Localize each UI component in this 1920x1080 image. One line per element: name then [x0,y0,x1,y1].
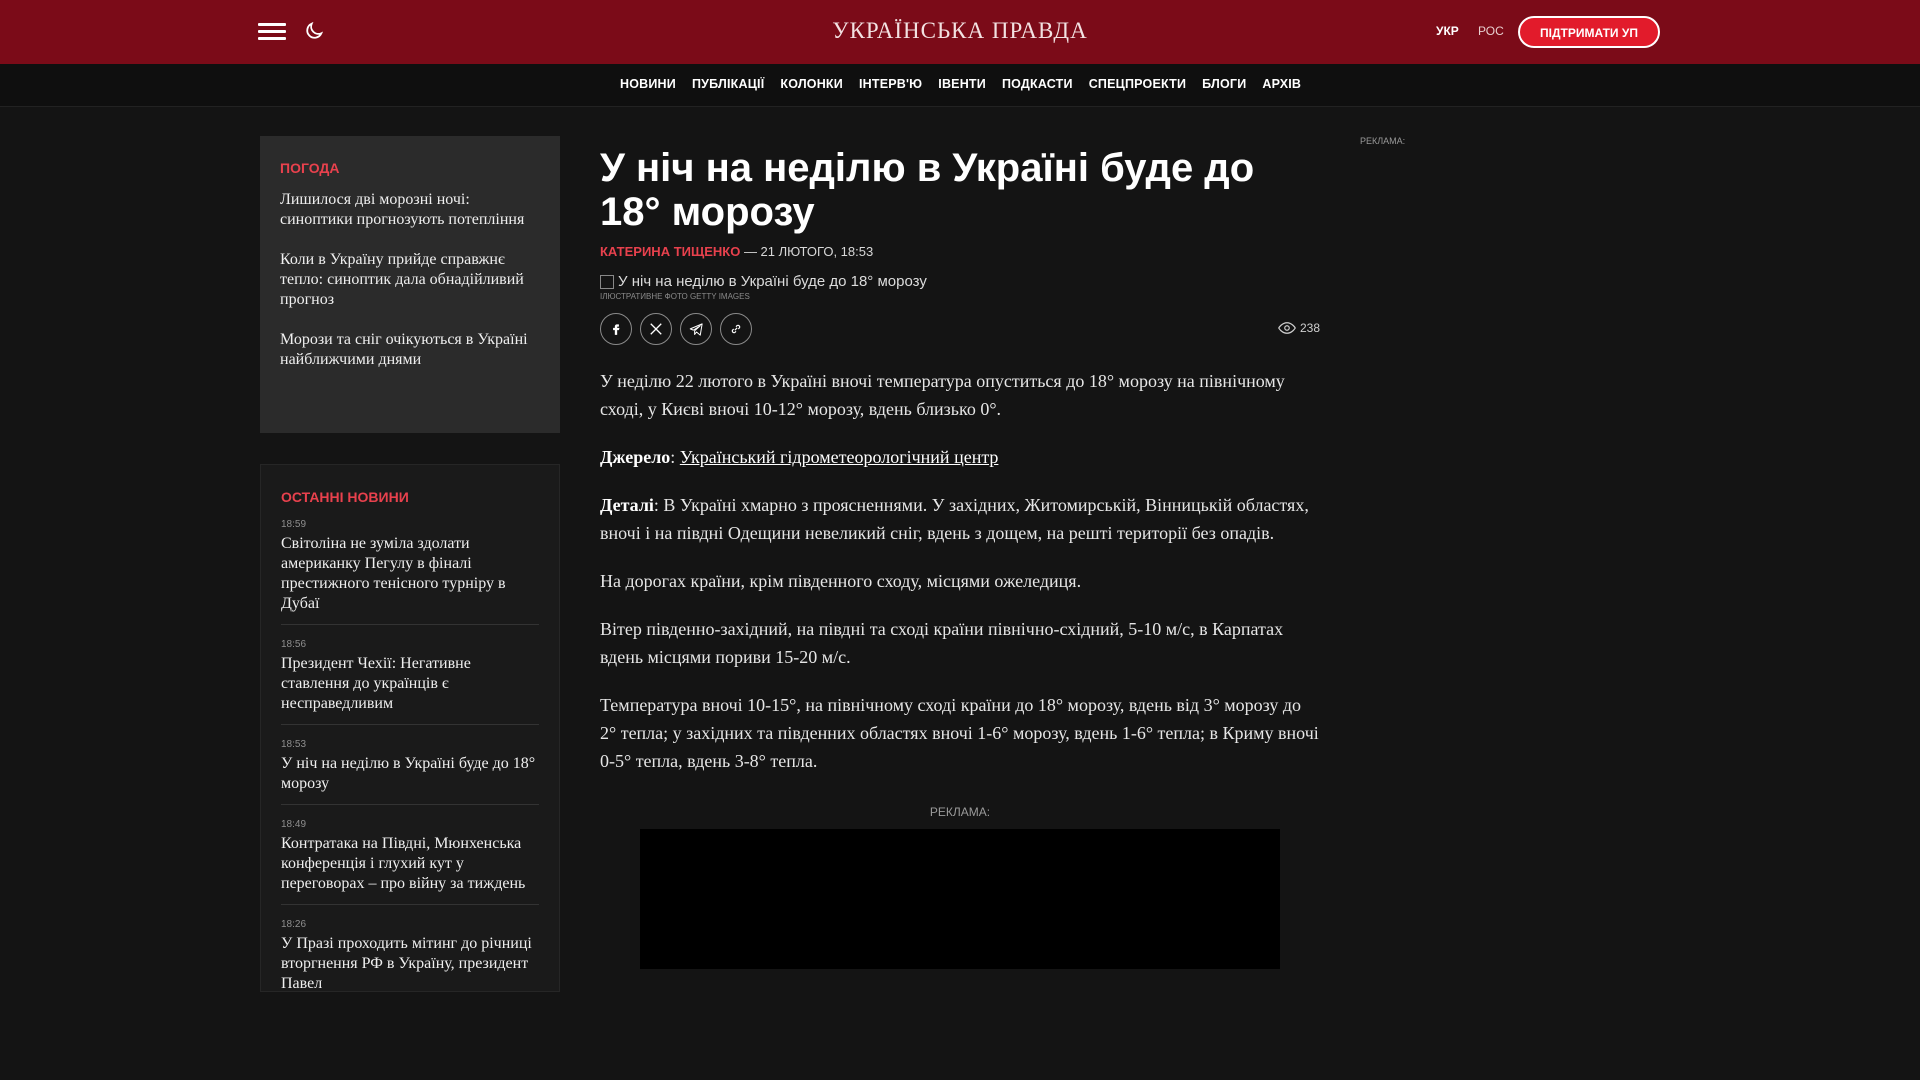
nav-item-podcasts[interactable]: ПОДКАСТИ [1002,77,1073,91]
list-item[interactable]: 18:56 Президент Чехії: Негативне ставлен… [281,639,539,725]
article-source: Джерело: Український гідрометеорологічни… [600,443,1320,471]
weather-link[interactable]: Морози та сніг очікуються в Україні найб… [280,330,540,370]
image-alt-text: У ніч на неділю в Україні буде до 18° мо… [618,273,927,290]
list-item[interactable]: 18:26 У Празі проходить мітинг до річниц… [281,919,539,991]
ad-video-player[interactable] [640,829,1280,969]
list-item[interactable]: 18:53 У ніч на неділю в Україні буде до … [281,739,539,805]
weather-link[interactable]: Коли в Україну прийде справжнє тепло: си… [280,250,540,310]
ad-label: РЕКЛАМА: [929,805,991,819]
news-time: 18:49 [281,819,307,830]
lang-ukr-link[interactable]: УКР [1436,24,1459,38]
eye-icon [1278,322,1296,334]
x-share-icon[interactable] [640,313,672,345]
news-time: 18:53 [281,739,307,750]
article-image: У ніч на неділю в Україні буде до 18° мо… [600,273,1320,290]
list-item[interactable]: 18:59 Світоліна не зуміла здолати америк… [281,519,539,625]
broken-image-icon [600,274,614,289]
hamburger-menu-icon[interactable] [258,20,286,44]
copy-link-icon[interactable] [720,313,752,345]
article-paragraph: Вітер південно-західний, на півдні та сх… [600,619,1284,667]
latest-news-widget: ОСТАННІ НОВИНИ 18:59 Світоліна не зуміла… [260,464,560,992]
article-paragraph: У неділю 22 лютого в Україні вночі темпе… [600,371,1285,419]
nav-item-interview[interactable]: ІНТЕРВ'Ю [859,77,922,91]
news-time: 18:59 [281,519,307,530]
nav-item-special-projects[interactable]: СПЕЦПРОЕКТИ [1089,77,1186,91]
support-button[interactable]: ПІДТРИМАТИ УП [1518,16,1660,48]
details-label: Деталі [600,495,654,515]
source-label: Джерело [600,447,671,467]
lang-ros-link[interactable]: РОС [1478,24,1504,38]
article: У ніч на неділю в Україні буде до 18° мо… [600,136,1320,969]
image-credit: ІЛЮСТРАТИВНЕ ФОТО GETTY IMAGES [600,292,750,301]
facebook-share-icon[interactable] [600,313,632,345]
article-details: Деталі: В Україні хмарно з проясненнями.… [600,491,1320,547]
source-separator: : [670,447,680,467]
dark-mode-moon-icon[interactable] [303,20,329,46]
article-title: У ніч на неділю в Україні буде до 18° мо… [600,146,1255,234]
article-date: — 21 ЛЮТОГО, 18:53 [740,244,874,259]
news-title[interactable]: У ніч на неділю в Україні буде до 18° мо… [281,754,539,794]
latest-news-heading[interactable]: ОСТАННІ НОВИНИ [281,489,539,505]
news-title[interactable]: Світоліна не зуміла здолати американку П… [281,534,539,614]
weather-widget: ПОГОДА Лишилося дві морозні ночі: синопт… [260,136,560,433]
article-paragraph: Температура вночі 10-15°, на північному … [600,695,1319,771]
view-counter: 238 [1278,321,1320,335]
right-ad-label: РЕКЛАМА: [1360,136,1406,146]
news-title[interactable]: Президент Чехії: Негативне ставлення до … [281,654,539,714]
author-link[interactable]: КАТЕРИНА ТИЩЕНКО [600,244,740,259]
weather-heading[interactable]: ПОГОДА [280,160,540,176]
news-time: 18:56 [281,639,307,650]
details-text: : В Україні хмарно з проясненнями. У зах… [600,495,1309,543]
site-logo[interactable]: УКРАЇНСЬКА ПРАВДА [760,18,1160,44]
share-bar: 238 [600,313,1320,347]
telegram-share-icon[interactable] [680,313,712,345]
article-byline: КАТЕРИНА ТИЩЕНКО — 21 ЛЮТОГО, 18:53 [600,244,1320,259]
source-link[interactable]: Український гідрометеорологічний центр [680,447,999,467]
view-count: 238 [1299,321,1320,335]
news-title[interactable]: Контратака на Півдні, Мюнхенська конфере… [281,834,539,894]
nav-item-news[interactable]: НОВИНИ [620,77,676,91]
nav-item-columns[interactable]: КОЛОНКИ [780,77,843,91]
nav-item-publications[interactable]: ПУБЛІКАЦІЇ [692,77,764,91]
nav-item-events[interactable]: ІВЕНТИ [938,77,986,91]
nav-item-blogs[interactable]: БЛОГИ [1202,77,1246,91]
section-nav: НОВИНИ ПУБЛІКАЦІЇ КОЛОНКИ ІНТЕРВ'Ю ІВЕНТ… [0,64,1920,107]
list-item[interactable]: 18:49 Контратака на Півдні, Мюнхенська к… [281,819,539,905]
news-time: 18:26 [281,919,307,930]
article-paragraph: На дорогах країни, крім південного сходу… [600,571,1082,591]
nav-item-archive[interactable]: АРХІВ [1262,77,1301,91]
weather-link[interactable]: Лишилося дві морозні ночі: синоптики про… [280,190,540,230]
top-bar: УКРАЇНСЬКА ПРАВДА УКР РОС ПІДТРИМАТИ УП [0,0,1920,65]
news-title[interactable]: У Празі проходить мітинг до річниці втор… [281,934,539,991]
